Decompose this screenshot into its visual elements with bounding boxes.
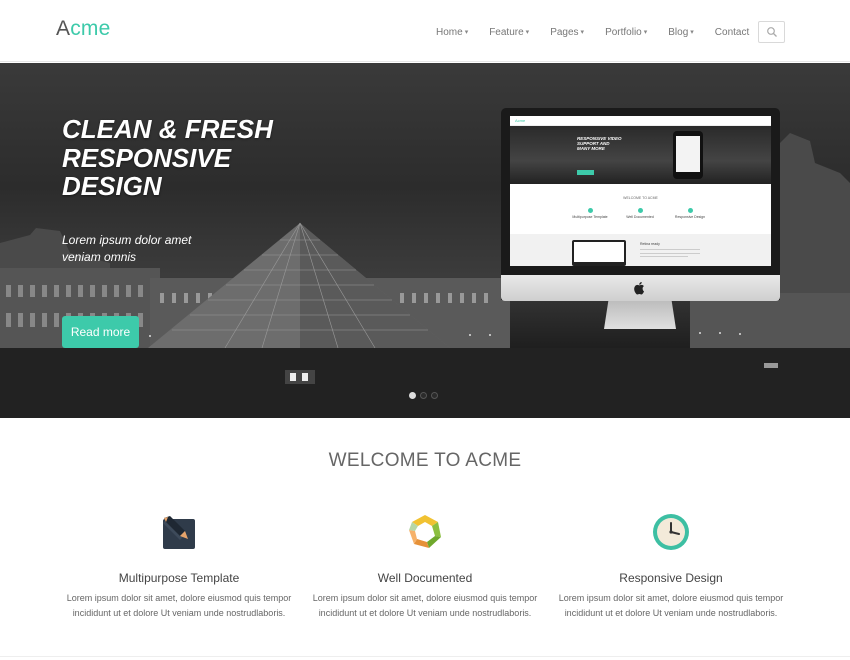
feature-title: Well Documented: [377, 571, 473, 585]
nav-item-pages[interactable]: Pages ▾: [550, 27, 584, 38]
mockup-column: Responsive Design: [660, 208, 720, 219]
slider-dot[interactable]: [420, 392, 427, 399]
slider-dot-active[interactable]: [409, 392, 416, 399]
chevron-down-icon: ▾: [464, 29, 469, 36]
mockup-column-title: Well Documented: [626, 215, 654, 219]
feature-title: Responsive Design: [619, 571, 723, 585]
hero-subtitle-line: Lorem ipsum dolor amet: [62, 233, 192, 247]
mockup-phone: [673, 131, 703, 179]
section-divider: [0, 656, 850, 657]
feature-description: Lorem ipsum dolor sit amet, dolore eiusm…: [302, 591, 548, 621]
recycle-arrows-icon: [409, 515, 441, 548]
feature-description: Lorem ipsum dolor sit amet, dolore eiusm…: [56, 591, 302, 621]
mockup-column-title: Multipurpose Template: [572, 215, 608, 219]
feature-title: Multipurpose Template: [118, 571, 240, 585]
slider-dot[interactable]: [431, 392, 438, 399]
mockup-logo: Acme: [515, 118, 526, 123]
apple-logo-icon: [634, 282, 644, 295]
section-title: WELCOME TO ACME: [328, 450, 522, 471]
feature-card: Responsive Design Lorem ipsum dolor sit …: [548, 512, 794, 621]
monitor-frame: Acme RESPONSIVE VIDEO SUPPORT AND MANY M…: [501, 108, 780, 301]
hero-title: CLEAN & FRESH RESPONSIVE DESIGN: [62, 115, 362, 201]
hero-subtitle: Lorem ipsum dolor amet veniam omnis: [62, 232, 191, 266]
pencil-icon: [163, 516, 195, 549]
monitor-screen: Acme RESPONSIVE VIDEO SUPPORT AND MANY M…: [510, 116, 771, 266]
feature-card: Multipurpose Template Lorem ipsum dolor …: [56, 512, 302, 621]
nav-item-label: Pages: [550, 26, 579, 38]
nav-item-feature[interactable]: Feature ▾: [489, 27, 529, 38]
nav-item-label: Blog: [668, 26, 689, 38]
feature-description-line: incididunt ut et dolore Ut veniam unde n…: [564, 608, 778, 618]
hero-subtitle-line: veniam omnis: [62, 250, 137, 264]
mockup-hero-line: MANY MORE: [577, 146, 605, 151]
hero-title-line: DESIGN: [62, 171, 162, 201]
chevron-down-icon: ▾: [525, 29, 530, 36]
search-button[interactable]: [758, 21, 785, 43]
feature-description-line: incididunt ut et dolore Ut veniam unde n…: [72, 608, 286, 618]
nav-item-contact[interactable]: Contact: [715, 27, 749, 38]
logo-rest: cme: [70, 17, 111, 40]
mockup-welcome: WELCOME TO ACME: [623, 196, 658, 200]
feature-description-line: Lorem ipsum dolor sit amet, dolore eiusm…: [558, 593, 784, 603]
nav-item-label: Feature: [489, 26, 524, 38]
feature-card: Well Documented Lorem ipsum dolor sit am…: [302, 512, 548, 621]
main-nav: Home ▾ Feature ▾ Pages ▾ Portfolio ▾ Blog ▾ C…: [436, 25, 749, 39]
mockup-column-title: Responsive Design: [674, 215, 706, 219]
mockup-phone-screen: [676, 136, 700, 172]
hero-title-line: RESPONSIVE: [62, 142, 232, 173]
monitor-chin: [501, 275, 780, 301]
read-more-button[interactable]: Read more: [62, 316, 139, 348]
feature-description-line: incididunt ut et dolore Ut veniam unde n…: [318, 608, 532, 618]
nav-item-label: Portfolio: [605, 26, 642, 38]
logo-first-letter: A: [56, 17, 71, 40]
monitor-stand: [604, 301, 676, 329]
chevron-down-icon: ▾: [643, 29, 648, 36]
feature-description-line: Lorem ipsum dolor sit amet, dolore eiusm…: [66, 593, 292, 603]
mockup-hero-text: RESPONSIVE VIDEO SUPPORT AND MANY MORE: [577, 136, 622, 151]
site-header: Acme Home ▾ Feature ▾ Pages ▾ Portfolio ▾ Bl…: [0, 0, 850, 62]
hero-slider: CLEAN & FRESH RESPONSIVE DESIGN Lorem ip…: [0, 63, 850, 418]
slider-pagination: [409, 392, 442, 399]
site-logo[interactable]: Acme: [56, 17, 111, 41]
monitor-mockup-image: Acme RESPONSIVE VIDEO SUPPORT AND MANY M…: [501, 108, 780, 330]
nav-item-portfolio[interactable]: Portfolio ▾: [605, 27, 647, 38]
nav-item-home[interactable]: Home ▾: [436, 27, 468, 38]
mockup-mini-monitor: [572, 240, 626, 266]
search-icon: [766, 27, 777, 37]
feature-description-line: Lorem ipsum dolor sit amet, dolore eiusm…: [312, 593, 538, 603]
mockup-text-lines: Retina ready: [640, 242, 700, 260]
mockup-band-title: Retina ready: [640, 242, 660, 246]
chevron-down-icon: ▾: [690, 29, 694, 36]
mockup-nav: Acme: [510, 116, 771, 126]
mockup-hero: RESPONSIVE VIDEO SUPPORT AND MANY MORE: [510, 126, 771, 184]
hero-title-line: CLEAN & FRESH: [62, 114, 273, 144]
clock-icon: [653, 514, 689, 550]
feature-description: Lorem ipsum dolor sit amet, dolore eiusm…: [548, 591, 794, 621]
mockup-button: [577, 170, 594, 175]
nav-item-label: Contact: [714, 26, 750, 38]
nav-item-label: Home: [436, 26, 463, 38]
chevron-down-icon: ▾: [580, 29, 585, 36]
nav-item-blog[interactable]: Blog ▾: [668, 27, 694, 38]
